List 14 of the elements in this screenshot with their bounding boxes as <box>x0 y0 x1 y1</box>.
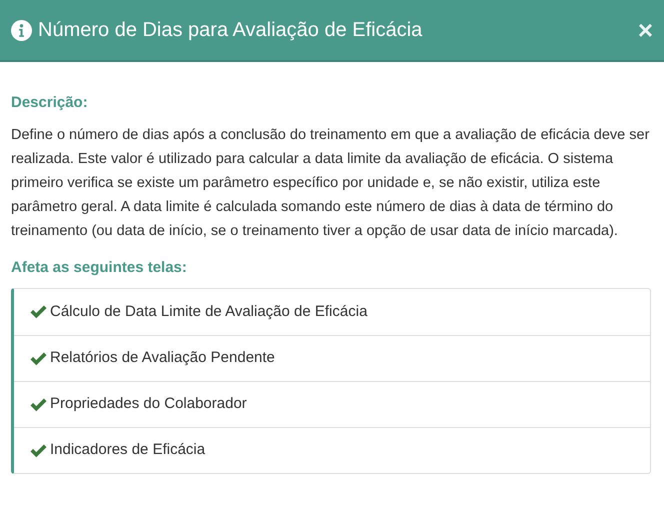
affected-screen: Propriedades do Colaborador <box>50 394 247 414</box>
check-icon <box>30 305 47 319</box>
description-heading: Descrição: <box>11 93 89 113</box>
dialog-title: Número de Dias para Avaliação de Eficácia <box>38 18 422 43</box>
affected-screen: Relatórios de Avaliação Pendente <box>50 348 275 368</box>
affected-screen: Cálculo de Data Limite de Avaliação de Eficácia <box>50 302 368 322</box>
check-icon <box>30 444 47 458</box>
check-icon <box>30 398 47 412</box>
affected-heading: Afeta as seguintes telas: <box>11 258 188 278</box>
check-icon <box>30 352 47 366</box>
affected-screen: Indicadores de Eficácia <box>50 440 206 460</box>
description-text: Define o número de dias após a conclusão do treinamento em que a avaliação de eficácia deve ser realizada. Este valor é utilizado para calcular a data limite da avaliação de eficácia. O sistema primeiro verifica se existe um parâmetro específico por unidade e, se não existir, utiliza este parâmetro geral. A data limite é calculada somando este número de dias à data de término do treinamento (ou data de início, se o treinamento tiver a opção de usar data de início marcada). <box>11 126 650 240</box>
info-icon <box>11 20 32 40</box>
close-button[interactable]: × <box>638 17 653 43</box>
